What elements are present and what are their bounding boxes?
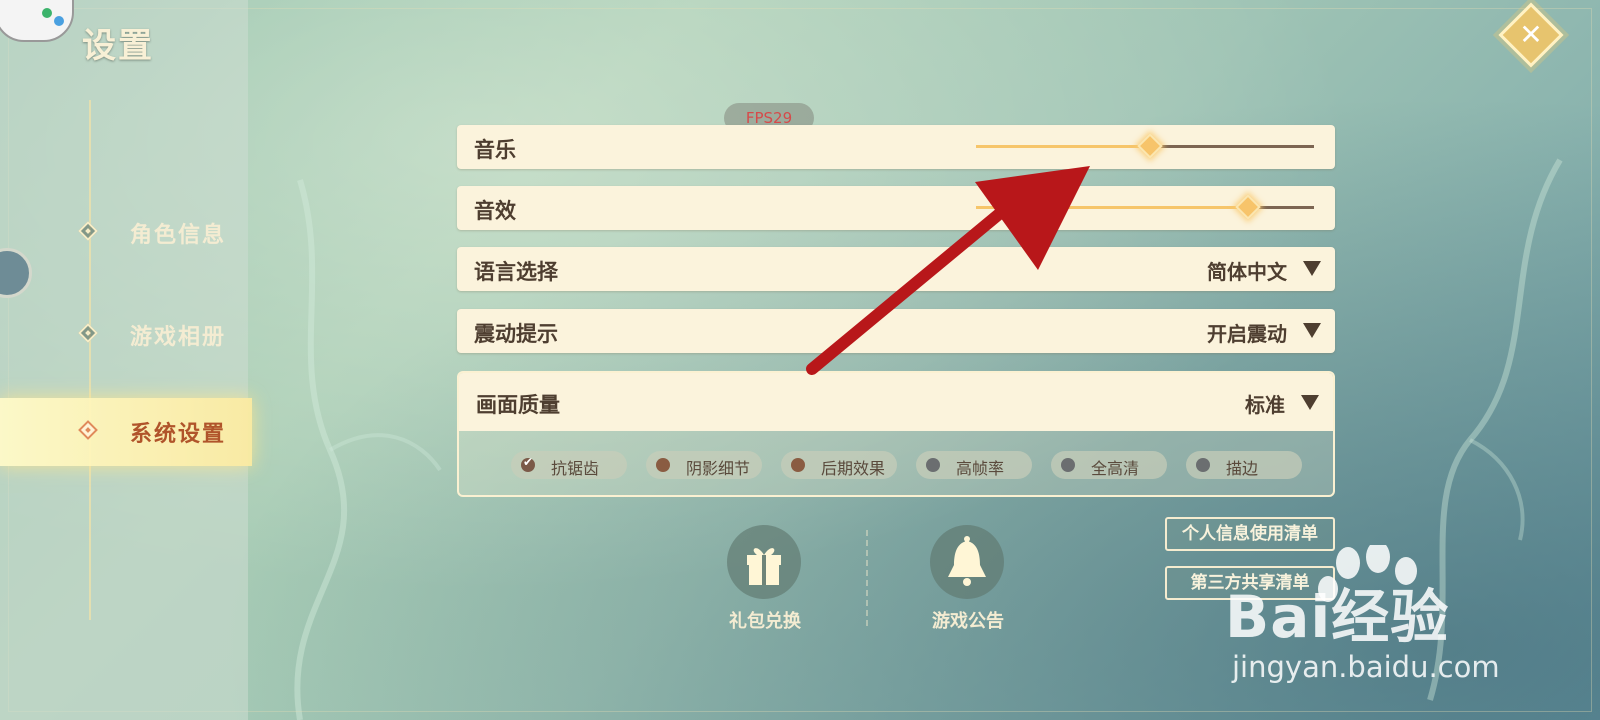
watermark-url: jingyan.baidu.com — [1232, 650, 1500, 684]
watermark-brand: Bai经验 — [1225, 583, 1450, 651]
